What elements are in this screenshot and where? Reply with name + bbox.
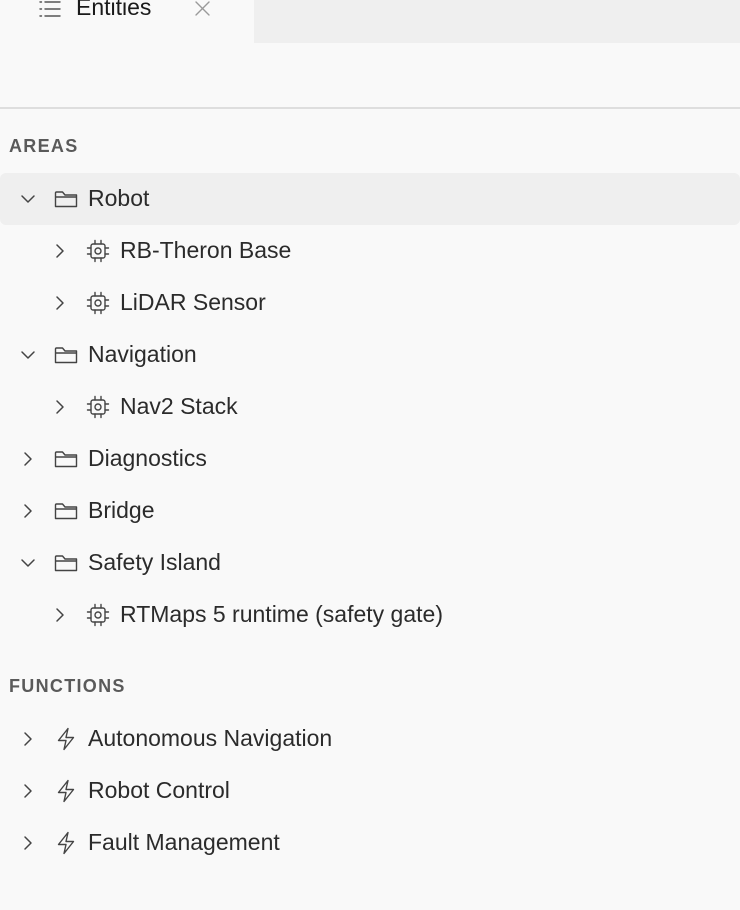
tree-item-bridge[interactable]: Bridge: [0, 485, 740, 537]
list-icon: [38, 0, 62, 20]
tab-entities[interactable]: Entities: [0, 0, 254, 43]
folder-icon: [53, 446, 79, 472]
folder-icon: [53, 342, 79, 368]
chevron-right-icon[interactable]: [51, 242, 69, 260]
tree-item-label: Autonomous Navigation: [88, 725, 333, 751]
tree-item-label: Navigation: [88, 341, 197, 367]
chip-icon: [85, 394, 111, 420]
close-icon[interactable]: [192, 0, 212, 19]
tree-item-label: LiDAR Sensor: [120, 289, 266, 315]
folder-icon: [53, 498, 79, 524]
tree-item-robot-control[interactable]: Robot Control: [0, 765, 740, 817]
tab-bar: Entities: [0, 0, 740, 43]
tree-item-robot[interactable]: Robot: [0, 173, 740, 225]
tree-item-autonomous-navigation[interactable]: Autonomous Navigation: [0, 713, 740, 765]
tree-item-rtmaps-runtime[interactable]: RTMaps 5 runtime (safety gate): [0, 589, 740, 641]
divider: [0, 107, 740, 109]
functions-section-title: FUNCTIONS: [9, 676, 126, 696]
tree-item-label: Diagnostics: [88, 445, 207, 471]
tree-item-nav2-stack[interactable]: Nav2 Stack: [0, 381, 740, 433]
tree-item-label: Robot: [88, 185, 150, 211]
tree-item-rb-theron-base[interactable]: RB-Theron Base: [0, 225, 740, 277]
lightning-icon: [53, 726, 79, 752]
tree-item-diagnostics[interactable]: Diagnostics: [0, 433, 740, 485]
chevron-right-icon[interactable]: [51, 398, 69, 416]
tree-item-label: Bridge: [88, 497, 155, 523]
chip-icon: [85, 238, 111, 264]
tree-item-safety-island[interactable]: Safety Island: [0, 537, 740, 589]
folder-icon: [53, 186, 79, 212]
chevron-right-icon[interactable]: [51, 606, 69, 624]
lightning-icon: [53, 830, 79, 856]
tab-label: Entities: [76, 0, 152, 20]
chevron-right-icon[interactable]: [19, 502, 37, 520]
tree-item-label: RTMaps 5 runtime (safety gate): [120, 601, 443, 627]
chip-icon: [85, 602, 111, 628]
tree-item-label: Nav2 Stack: [120, 393, 238, 419]
chevron-right-icon[interactable]: [19, 730, 37, 748]
chevron-right-icon[interactable]: [19, 834, 37, 852]
tree-item-label: RB-Theron Base: [120, 237, 292, 263]
areas-section-title: AREAS: [9, 136, 79, 156]
tree-item-lidar-sensor[interactable]: LiDAR Sensor: [0, 277, 740, 329]
tree-item-label: Fault Management: [88, 829, 280, 855]
chevron-right-icon[interactable]: [19, 782, 37, 800]
chevron-down-icon[interactable]: [19, 554, 37, 572]
tree-item-navigation[interactable]: Navigation: [0, 329, 740, 381]
tree-item-fault-management[interactable]: Fault Management: [0, 817, 740, 869]
chevron-right-icon[interactable]: [51, 294, 69, 312]
lightning-icon: [53, 778, 79, 804]
tree-item-label: Safety Island: [88, 549, 221, 575]
tree-item-label: Robot Control: [88, 777, 230, 803]
folder-icon: [53, 550, 79, 576]
chip-icon: [85, 290, 111, 316]
chevron-down-icon[interactable]: [19, 346, 37, 364]
chevron-right-icon[interactable]: [19, 450, 37, 468]
chevron-down-icon[interactable]: [19, 190, 37, 208]
